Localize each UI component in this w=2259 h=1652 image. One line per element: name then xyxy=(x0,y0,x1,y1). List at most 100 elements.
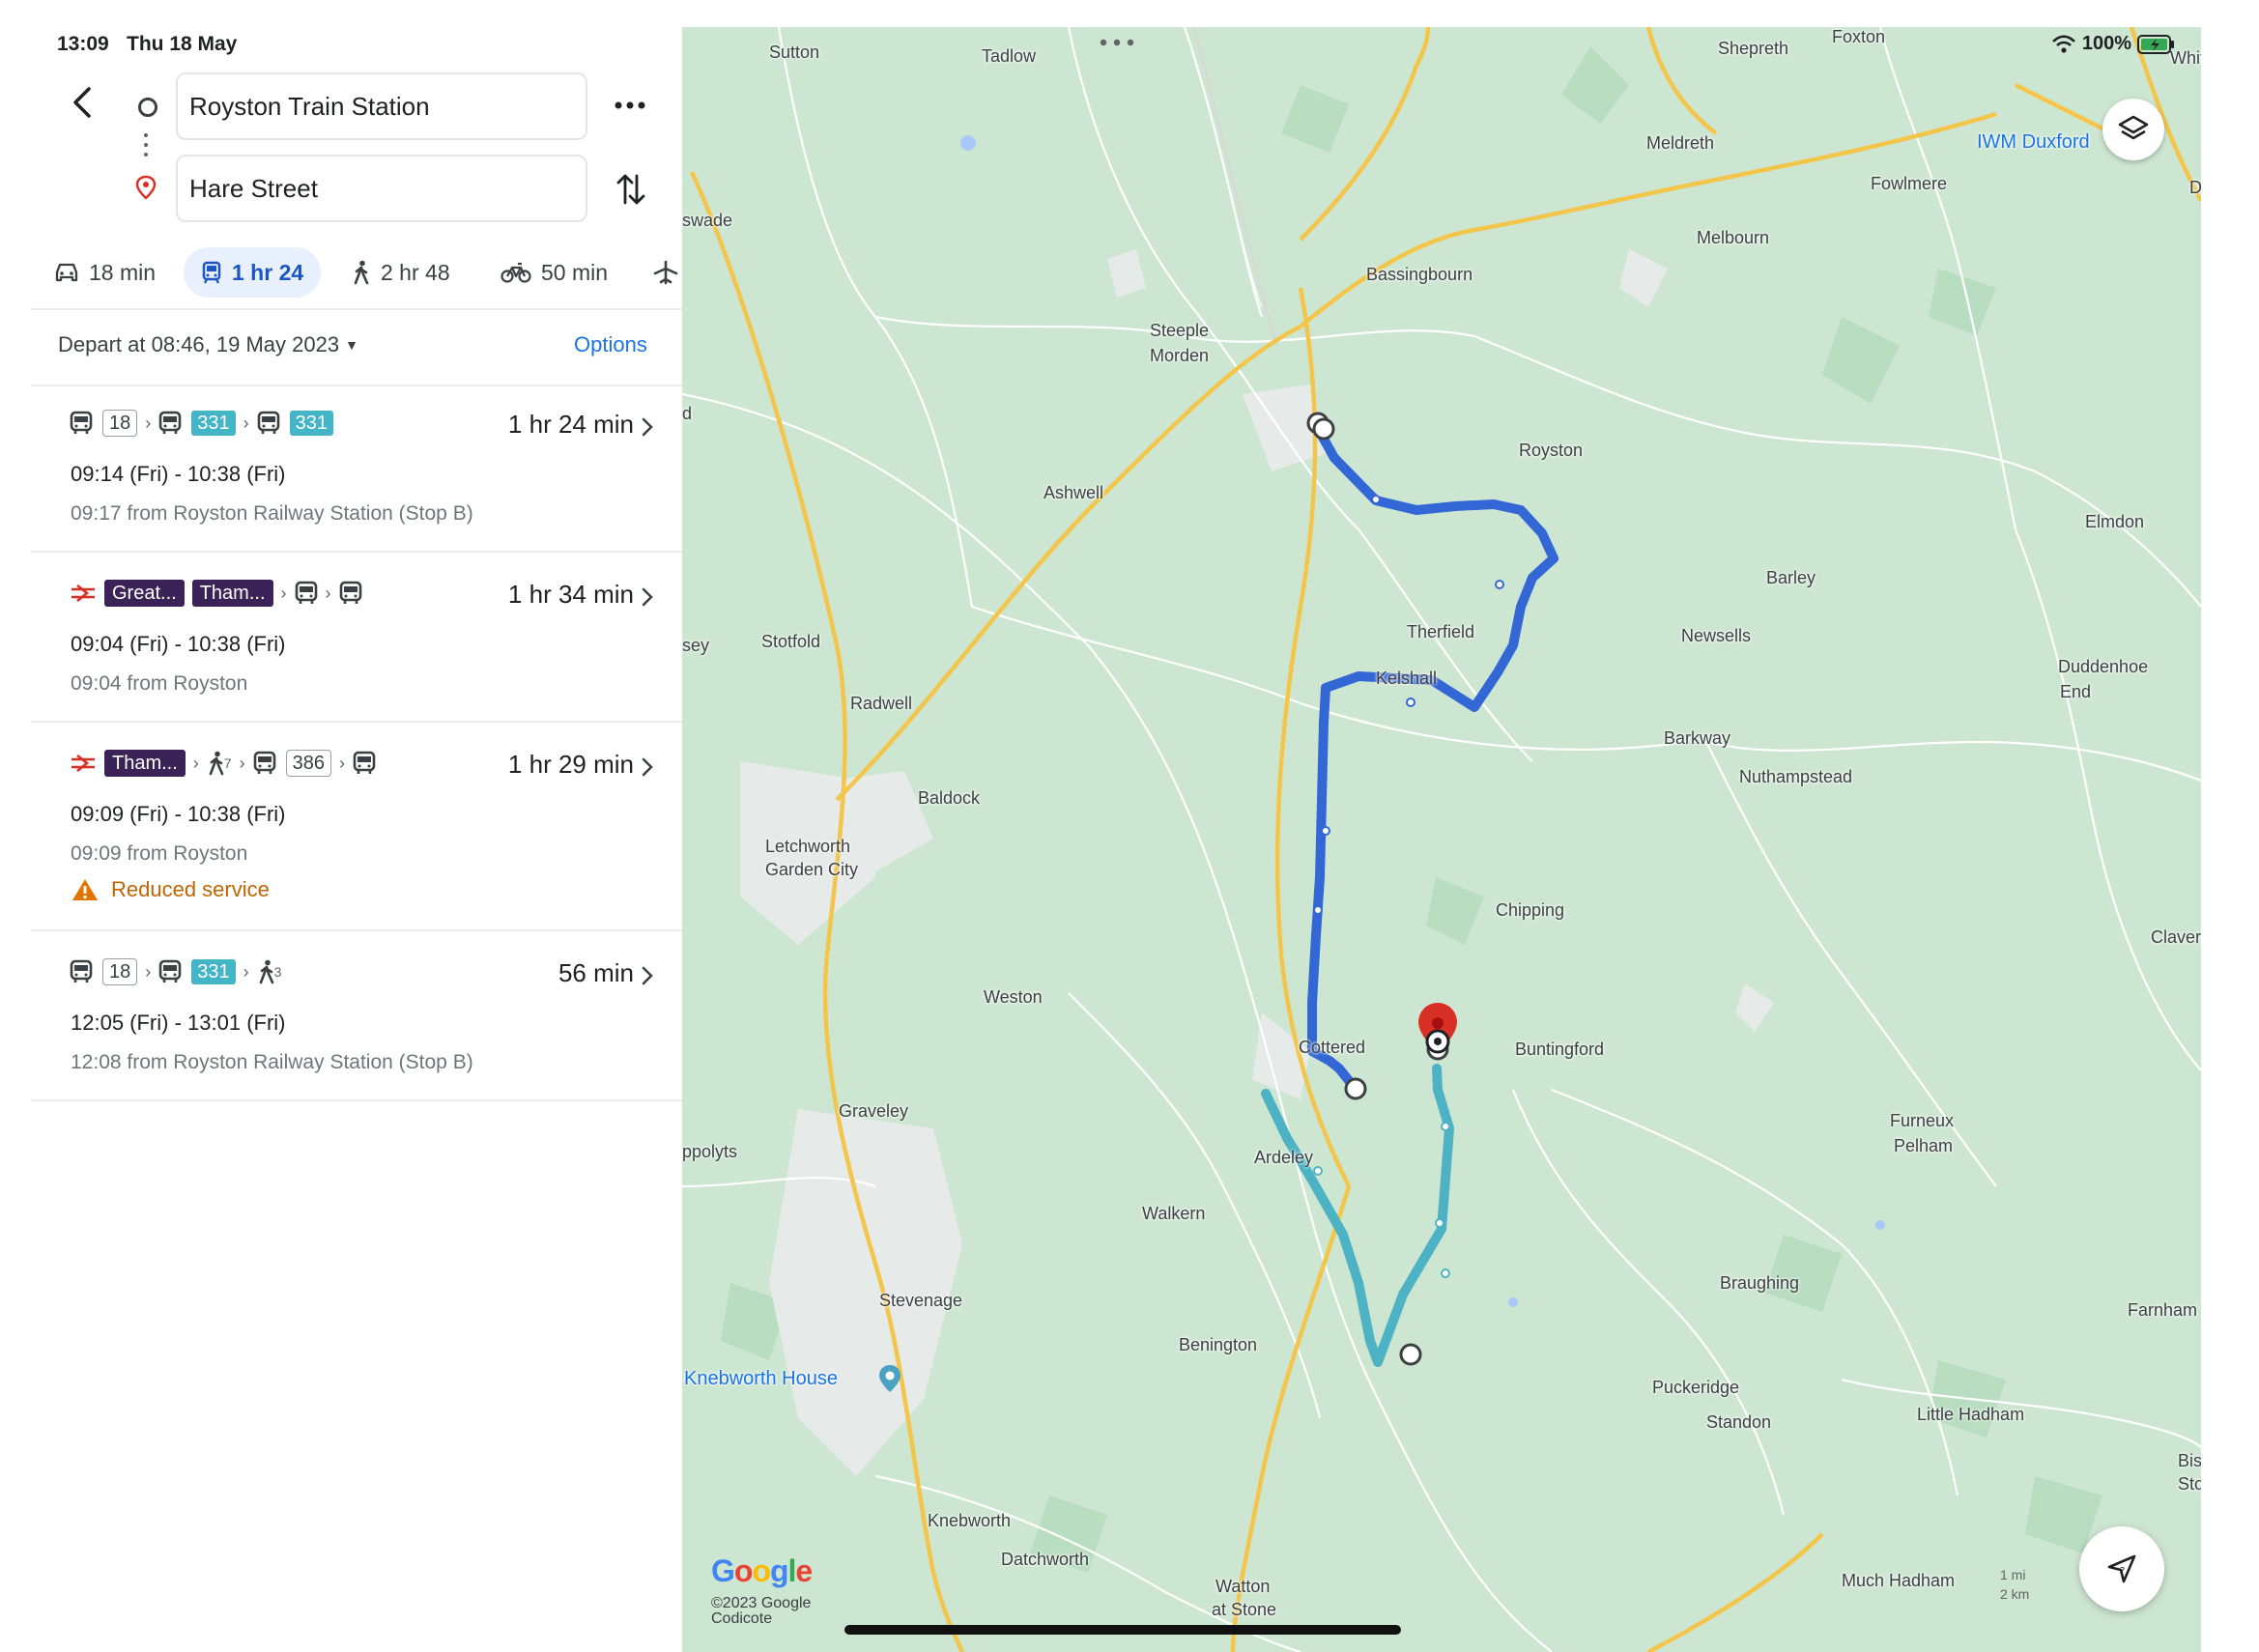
map-label: Barkway xyxy=(1664,728,1731,748)
trip-departure-info: 09:04 from Royston xyxy=(71,672,248,695)
svg-text:?: ? xyxy=(2120,1566,2125,1577)
map-label: Stevenage xyxy=(879,1291,963,1310)
tab-cycle[interactable]: 50 min xyxy=(500,247,608,298)
destination-field[interactable]: Hare Street xyxy=(176,155,587,222)
walking-icon xyxy=(259,959,273,984)
map-label-poi[interactable]: IWM Duxford xyxy=(1977,131,2090,154)
map-label: Bassingbourn xyxy=(1366,265,1473,284)
bus-icon xyxy=(253,751,275,774)
copyright-line: Codicote xyxy=(711,1610,773,1627)
map-label: Ashwell xyxy=(1044,483,1104,502)
depart-time-selector[interactable]: Depart at 08:46, 19 May 2023 ▼ xyxy=(58,332,358,357)
map-label: Cottered xyxy=(1299,1038,1366,1057)
map-label: Knebworth xyxy=(928,1511,1012,1530)
chevron-right-icon: › xyxy=(243,961,249,982)
map-label: Fowlmere xyxy=(1871,174,1948,193)
map-label: End xyxy=(2060,682,2092,701)
chevron-right-icon: › xyxy=(280,583,287,603)
trip-duration: 1 hr 29 min xyxy=(507,750,634,779)
national-rail-icon xyxy=(71,584,95,602)
train-icon xyxy=(202,261,221,284)
map-label: Foxton xyxy=(1832,27,1886,46)
map-label: Chipping xyxy=(1496,900,1565,920)
trip-option-2[interactable]: Great... Tham... › › 1 hr 34 min 09:04 (… xyxy=(31,576,682,721)
trip-times: 09:14 (Fri) - 10:38 (Fri) xyxy=(71,462,286,486)
map-label: Watton xyxy=(1215,1577,1271,1596)
swap-vertical-icon xyxy=(616,174,645,205)
route-badge: 18 xyxy=(102,410,138,437)
route-badge: 386 xyxy=(285,750,331,777)
status-time: 13:09 xyxy=(57,33,109,55)
map-label: Shepreth xyxy=(1718,39,1789,58)
battery-icon xyxy=(2137,34,2174,54)
route-dots-icon xyxy=(143,133,149,164)
tab-drive-label: 18 min xyxy=(89,259,157,285)
poi-pin-icon[interactable] xyxy=(877,1364,902,1393)
warning-icon xyxy=(72,879,98,900)
trip-duration: 1 hr 34 min xyxy=(507,580,634,609)
map-label: Furneux xyxy=(1890,1111,1955,1130)
map-label: sey xyxy=(682,636,710,655)
map-label: Ardeley xyxy=(1254,1148,1314,1167)
chevron-right-icon: › xyxy=(325,583,331,603)
trip-departure-info: 09:17 from Royston Railway Station (Stop… xyxy=(71,502,473,525)
layers-icon xyxy=(2118,115,2149,140)
service-warning: Reduced service xyxy=(71,877,270,902)
tab-drive[interactable]: 18 min xyxy=(54,247,156,298)
tab-transit-label: 1 hr 24 xyxy=(232,259,304,285)
map-label: D xyxy=(2189,178,2201,197)
map-label: Weston xyxy=(984,987,1043,1007)
map-label: Walkern xyxy=(1142,1204,1206,1223)
map-label: Tadlow xyxy=(982,46,1037,66)
home-indicator[interactable] xyxy=(844,1625,1401,1635)
map-label: Letchworth xyxy=(765,837,851,856)
map-label: Little Hadham xyxy=(1917,1405,2025,1424)
map-label: Melbourn xyxy=(1697,228,1770,247)
map-label: Clavering xyxy=(2151,927,2201,947)
map-scale: 1 mi 2 km xyxy=(2000,1565,2029,1604)
trip-option-1[interactable]: 18 › 331 › 331 1 hr 24 min 09:14 (Fri) -… xyxy=(31,406,682,551)
map-label: Braughing xyxy=(1720,1273,1800,1293)
trip-route-line: Tham... › 7 › 386 › xyxy=(70,746,376,781)
map-layers-button[interactable] xyxy=(2102,99,2164,160)
map-label: Therfield xyxy=(1407,622,1475,641)
trip-duration: 56 min xyxy=(558,958,634,987)
route-badge: Great... xyxy=(104,580,185,607)
battery-percent: 100% xyxy=(2081,33,2131,54)
more-options-button[interactable] xyxy=(613,93,647,118)
origin-field[interactable]: Royston Train Station xyxy=(176,72,587,140)
tab-walk[interactable]: 2 hr 48 xyxy=(352,247,450,298)
map-label: Graveley xyxy=(839,1101,909,1121)
chevron-right-icon: › xyxy=(243,413,249,433)
options-link[interactable]: Options xyxy=(574,332,647,357)
my-location-button[interactable]: ? xyxy=(2079,1526,2164,1611)
map-label: swade xyxy=(682,211,733,230)
map-label-poi[interactable]: Knebworth House xyxy=(684,1368,838,1390)
map-label: Steeple xyxy=(1150,321,1210,340)
map-label: Much Hadham xyxy=(1842,1571,1956,1590)
chevron-right-icon: › xyxy=(145,961,152,982)
trip-option-3[interactable]: Tham... › 7 › 386 › 1 hr 29 min 09:09 (F… xyxy=(31,746,682,929)
trip-times: 12:05 (Fri) - 13:01 (Fri) xyxy=(71,1011,286,1035)
trip-route-line: Great... Tham... › › xyxy=(70,576,362,611)
bus-icon xyxy=(70,411,93,434)
swap-button[interactable] xyxy=(615,170,647,209)
trip-option-4[interactable]: 18 › 331 › 3 56 min 12:05 (Fri) - 13:01 … xyxy=(31,954,682,1099)
map-view[interactable]: Sutton Tadlow Shepreth Foxton Whit IWM D… xyxy=(682,27,2201,1652)
map-label: Garden City xyxy=(765,860,859,879)
service-warning-label: Reduced service xyxy=(111,877,270,901)
google-logo: Google xyxy=(711,1553,813,1588)
map-label: Farnham xyxy=(2128,1300,2198,1320)
status-date: Thu 18 May xyxy=(127,33,238,55)
bus-icon xyxy=(158,411,182,434)
back-button[interactable] xyxy=(64,83,102,122)
multitasking-dots-icon[interactable] xyxy=(1098,39,1136,46)
bus-icon xyxy=(295,581,317,604)
route-badge: 331 xyxy=(191,959,236,984)
chevron-right-icon xyxy=(642,757,653,777)
scale-km: 2 km xyxy=(2000,1586,2030,1602)
tab-transit[interactable]: 1 hr 24 xyxy=(184,247,322,298)
map-label: Buntingford xyxy=(1515,1040,1605,1059)
trip-departure-info: 09:09 from Royston xyxy=(71,842,248,865)
device-status: 100% xyxy=(2051,33,2176,55)
